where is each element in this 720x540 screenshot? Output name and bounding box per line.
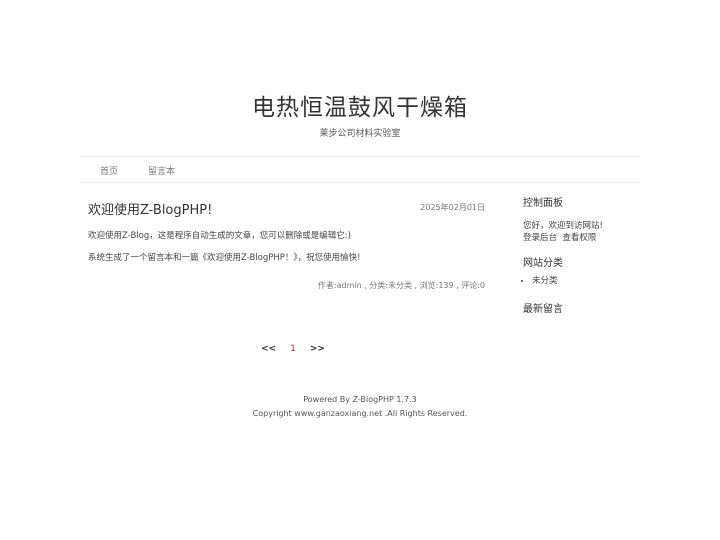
category-item[interactable]: 未分类	[532, 274, 558, 286]
category-list: 未分类	[523, 274, 558, 286]
pager-prev[interactable]: <<	[261, 344, 276, 354]
post-date: 2025年02月01日	[420, 203, 485, 212]
control-panel-body: 您好，欢迎到访网站! 登录后台 查看权限	[523, 220, 603, 244]
site-subtitle: 莱步公司材料实验室	[319, 129, 401, 139]
sidebar-heading-comments: 最新留言	[523, 304, 563, 315]
pager-next[interactable]: >>	[310, 344, 325, 354]
post-paragraph: 欢迎使用Z-Blog，这是程序自动生成的文章，您可以删除或是编辑它:)	[88, 231, 351, 241]
sidebar-heading-categories: 网站分类	[523, 258, 563, 269]
page: 电热恒温鼓风干燥箱 莱步公司材料实验室 首页 留言本 欢迎使用Z-BlogPHP…	[0, 0, 720, 540]
permissions-link[interactable]: 查看权限	[562, 233, 596, 243]
footer-copyright: Copyright www.ganzaoxiang.net .All Right…	[252, 409, 468, 418]
main-nav: 首页 留言本	[80, 156, 640, 183]
pager-current[interactable]: 1	[290, 344, 296, 354]
control-panel-greeting: 您好，欢迎到访网站!	[523, 221, 603, 231]
nav-item-guestbook[interactable]: 留言本	[148, 164, 175, 177]
login-link[interactable]: 登录后台	[523, 233, 557, 243]
footer-powered: Powered By Z-BlogPHP 1.7.3	[303, 395, 417, 404]
post-meta: 作者:admin , 分类:未分类 , 浏览:139 , 评论:0	[317, 281, 485, 290]
post-title[interactable]: 欢迎使用Z-BlogPHP!	[88, 199, 212, 218]
nav-item-home[interactable]: 首页	[100, 164, 118, 177]
post-paragraph: 系统生成了一个留言本和一篇《欢迎使用Z-BlogPHP！》，祝您使用愉快!	[88, 253, 361, 263]
site-title[interactable]: 电热恒温鼓风干燥箱	[0, 88, 720, 122]
pagination: << 1 >>	[261, 344, 339, 354]
sidebar-heading-control-panel: 控制面板	[523, 198, 563, 209]
